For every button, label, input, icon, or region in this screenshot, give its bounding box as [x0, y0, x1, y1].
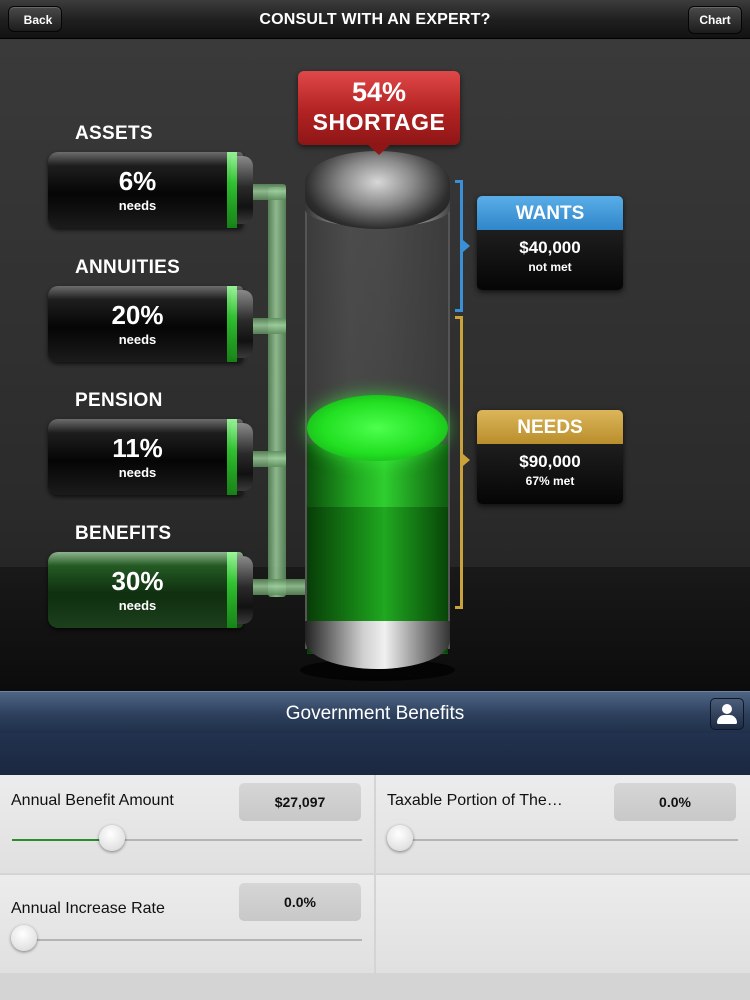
- battery-sub-label: needs: [118, 198, 157, 213]
- wants-card-body: $40,000 not met: [477, 230, 623, 290]
- wants-card[interactable]: WANTS $40,000 not met: [477, 196, 623, 290]
- source-label-pension: PENSION: [75, 390, 163, 411]
- needs-bracket-arrow: [463, 454, 470, 466]
- battery-percent: 6%: [118, 166, 157, 196]
- annual-increase-slider[interactable]: [12, 939, 362, 941]
- source-label-benefits: BENEFITS: [75, 523, 172, 544]
- back-button[interactable]: Back: [0, 6, 62, 33]
- needs-amount: $90,000: [519, 452, 581, 471]
- taxable-portion-slider[interactable]: [388, 839, 738, 841]
- needs-status: 67% met: [525, 474, 575, 488]
- source-label-annuities: ANNUITIES: [75, 257, 181, 278]
- navigation-bar: CONSULT WITH AN EXPERT? Back Chart: [0, 0, 750, 39]
- annual-benefit-label: Annual Benefit Amount: [11, 792, 174, 809]
- section-title: Government Benefits: [285, 703, 465, 724]
- shortage-pointer: [366, 143, 392, 155]
- wants-bracket-arrow: [463, 240, 470, 252]
- connector-pipe-vertical: [268, 187, 286, 597]
- benefits-form: Annual Benefit Amount $27,097 Taxable Po…: [0, 775, 750, 1000]
- wants-bracket: [455, 180, 463, 312]
- shortage-label: SHORTAGE: [312, 109, 446, 135]
- battery-level-ring: [227, 152, 237, 228]
- annual-benefit-value[interactable]: $27,097: [239, 783, 361, 821]
- battery-level-ring: [227, 286, 237, 362]
- annual-benefit-slider[interactable]: [12, 839, 362, 841]
- battery-benefits[interactable]: 30% needs: [48, 552, 253, 628]
- wants-amount: $40,000: [519, 238, 581, 257]
- battery-pension[interactable]: 11% needs: [48, 419, 253, 495]
- battery-sub-label: needs: [118, 465, 157, 480]
- taxable-portion-label: Taxable Portion of The…: [387, 792, 563, 809]
- wants-status: not met: [528, 260, 572, 274]
- shortage-percent: 54%: [351, 77, 407, 107]
- battery-assets[interactable]: 6% needs: [48, 152, 253, 228]
- nav-title: CONSULT WITH AN EXPERT?: [259, 11, 491, 28]
- annual-increase-label: Annual Increase Rate: [11, 900, 165, 917]
- needs-card-body: $90,000 67% met: [477, 444, 623, 504]
- annual-benefit-slider-fill: [12, 839, 110, 841]
- battery-sub-label: needs: [118, 598, 157, 613]
- needs-bracket: [455, 316, 463, 609]
- needs-card[interactable]: NEEDS $90,000 67% met: [477, 410, 623, 504]
- wants-card-title: WANTS: [477, 196, 623, 230]
- person-button[interactable]: [710, 698, 744, 730]
- back-button-label: Back: [23, 13, 53, 27]
- shortage-badge: 54% SHORTAGE: [298, 71, 460, 145]
- taxable-portion-cell: Taxable Portion of The… 0.0%: [376, 775, 750, 873]
- annual-benefit-slider-thumb[interactable]: [99, 825, 125, 851]
- battery-percent: 30%: [111, 566, 164, 596]
- cylinder-cap: [305, 151, 450, 229]
- annual-benefit-cell: Annual Benefit Amount $27,097: [0, 775, 374, 873]
- retirement-infographic: ASSETS 6% needs ANNUITIES 20% needs PENS…: [0, 39, 750, 691]
- empty-cell: [376, 875, 750, 973]
- annual-increase-cell: Annual Increase Rate 0.0%: [0, 875, 374, 973]
- taxable-portion-value[interactable]: 0.0%: [614, 783, 736, 821]
- annual-increase-value[interactable]: 0.0%: [239, 883, 361, 921]
- annual-increase-slider-thumb[interactable]: [11, 925, 37, 951]
- app-window: CONSULT WITH AN EXPERT? Back Chart ASSET…: [0, 0, 750, 1000]
- battery-level-ring: [227, 552, 237, 628]
- section-subbar: [0, 733, 750, 775]
- section-header: Government Benefits: [0, 691, 750, 734]
- taxable-portion-slider-thumb[interactable]: [387, 825, 413, 851]
- battery-sub-label: needs: [118, 332, 157, 347]
- needs-card-title: NEEDS: [477, 410, 623, 444]
- battery-percent: 20%: [111, 300, 164, 330]
- battery-percent: 11%: [112, 433, 163, 463]
- cylinder-fill-surface: [307, 395, 448, 461]
- source-label-assets: ASSETS: [75, 123, 153, 144]
- chart-button[interactable]: Chart: [688, 6, 742, 34]
- battery-level-ring: [227, 419, 237, 495]
- battery-annuities[interactable]: 20% needs: [48, 286, 253, 362]
